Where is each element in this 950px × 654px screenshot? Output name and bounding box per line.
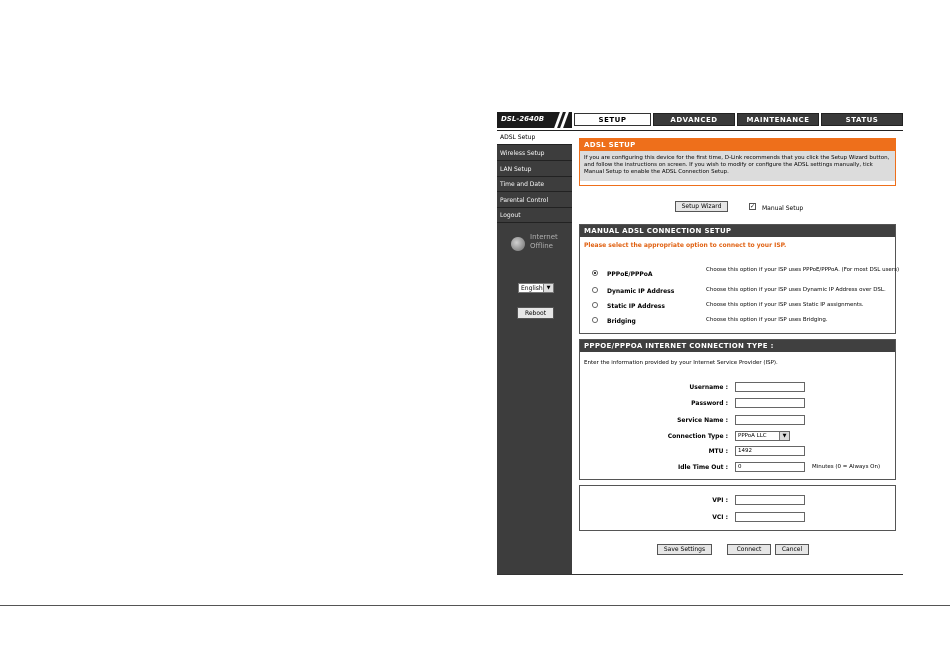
service-name-label: Service Name : — [677, 417, 728, 424]
adsl-setup-title: ADSL SETUP — [580, 139, 895, 151]
manual-connection-title: MANUAL ADSL CONNECTION SETUP — [580, 225, 895, 237]
option-desc-pppoe: Choose this option if your ISP uses PPPo… — [706, 267, 900, 273]
option-label-static-ip: Static IP Address — [607, 303, 665, 310]
router-admin-frame: DSL-2640B SETUP ADVANCED MAINTENANCE STA… — [497, 110, 903, 575]
mtu-input[interactable]: 1492 — [735, 446, 805, 456]
option-desc-dynamic-ip: Choose this option if your ISP uses Dyna… — [706, 287, 886, 293]
manual-connection-panel: MANUAL ADSL CONNECTION SETUP Please sele… — [579, 224, 899, 334]
tab-advanced[interactable]: ADVANCED — [653, 113, 735, 126]
language-select[interactable]: English ▼ — [518, 283, 554, 293]
idle-timeout-input[interactable]: 0 — [735, 462, 805, 472]
password-input[interactable] — [735, 398, 805, 408]
internet-status: Internet Offline — [530, 233, 558, 251]
option-label-dynamic-ip: Dynamic IP Address — [607, 288, 675, 295]
idle-timeout-hint: Minutes (0 = Always On) — [812, 464, 881, 470]
internet-status-icon — [511, 237, 525, 251]
service-name-input[interactable] — [735, 415, 805, 425]
main-content: ADSL SETUP If you are configuring this d… — [575, 131, 903, 575]
manual-setup-checkbox[interactable]: ✓ — [749, 203, 756, 210]
reboot-button[interactable]: Reboot — [517, 307, 554, 319]
adsl-setup-panel: ADSL SETUP If you are configuring this d… — [579, 138, 896, 186]
top-nav: DSL-2640B SETUP ADVANCED MAINTENANCE STA… — [497, 110, 903, 131]
radio-dynamic-ip[interactable] — [592, 287, 598, 293]
sidebar-item-lan-setup[interactable]: LAN Setup — [497, 163, 572, 177]
idle-timeout-label: Idle Time Out : — [677, 464, 728, 471]
vpi-input[interactable] — [735, 495, 805, 505]
tab-status[interactable]: STATUS — [821, 113, 903, 126]
radio-pppoe[interactable] — [592, 270, 598, 276]
sidebar-item-adsl-setup[interactable]: ADSL Setup — [497, 131, 572, 145]
save-settings-button[interactable]: Save Settings — [657, 544, 712, 555]
vpi-label: VPI : — [712, 497, 728, 504]
manual-connection-prompt: Please select the appropriate option to … — [584, 242, 787, 249]
pppoe-connection-panel: PPPOE/PPPOA INTERNET CONNECTION TYPE : E… — [579, 339, 896, 480]
internet-status-label: Internet — [530, 233, 558, 241]
sidebar: ADSL Setup Wireless Setup LAN Setup Time… — [497, 131, 572, 575]
username-input[interactable] — [735, 382, 805, 392]
sidebar-item-logout[interactable]: Logout — [497, 209, 572, 223]
language-value: English — [521, 285, 543, 292]
sidebar-item-time-date[interactable]: Time and Date — [497, 178, 572, 192]
chevron-down-icon: ▼ — [543, 284, 553, 292]
adsl-setup-description: If you are configuring this device for t… — [580, 151, 895, 181]
mtu-label: MTU : — [708, 448, 728, 455]
option-desc-static-ip: Choose this option if your ISP uses Stat… — [706, 302, 864, 308]
username-label: Username : — [689, 384, 728, 391]
page-divider — [0, 605, 950, 606]
password-label: Password : — [691, 400, 728, 407]
radio-bridging[interactable] — [592, 317, 598, 323]
model-logo: DSL-2640B — [497, 112, 572, 128]
model-name: DSL-2640B — [501, 115, 545, 123]
sidebar-item-wireless-setup[interactable]: Wireless Setup — [497, 147, 572, 161]
tab-setup[interactable]: SETUP — [574, 113, 651, 126]
vci-input[interactable] — [735, 512, 805, 522]
setup-wizard-button[interactable]: Setup Wizard — [675, 201, 728, 212]
manual-setup-label: Manual Setup — [762, 205, 804, 212]
option-desc-bridging: Choose this option if your ISP uses Brid… — [706, 317, 828, 323]
pppoe-connection-title: PPPOE/PPPOA INTERNET CONNECTION TYPE : — [580, 340, 895, 352]
vpi-vci-panel: VPI : VCI : — [579, 485, 896, 531]
chevron-down-icon: ▼ — [779, 432, 789, 440]
option-label-bridging: Bridging — [607, 318, 636, 325]
sidebar-item-parental-control[interactable]: Parental Control — [497, 194, 572, 208]
internet-status-value: Offline — [530, 242, 553, 250]
tab-maintenance[interactable]: MAINTENANCE — [737, 113, 819, 126]
connection-type-value: PPPoA LLC — [738, 433, 767, 439]
frame-bottom-border — [497, 574, 903, 575]
connection-type-label: Connection Type : — [667, 433, 728, 440]
connect-button[interactable]: Connect — [727, 544, 771, 555]
pppoe-intro: Enter the information provided by your I… — [584, 360, 778, 366]
cancel-button[interactable]: Cancel — [775, 544, 809, 555]
option-label-pppoe: PPPoE/PPPoA — [607, 271, 653, 278]
vci-label: VCI : — [712, 514, 728, 521]
connection-type-select[interactable]: PPPoA LLC ▼ — [735, 431, 790, 441]
radio-static-ip[interactable] — [592, 302, 598, 308]
